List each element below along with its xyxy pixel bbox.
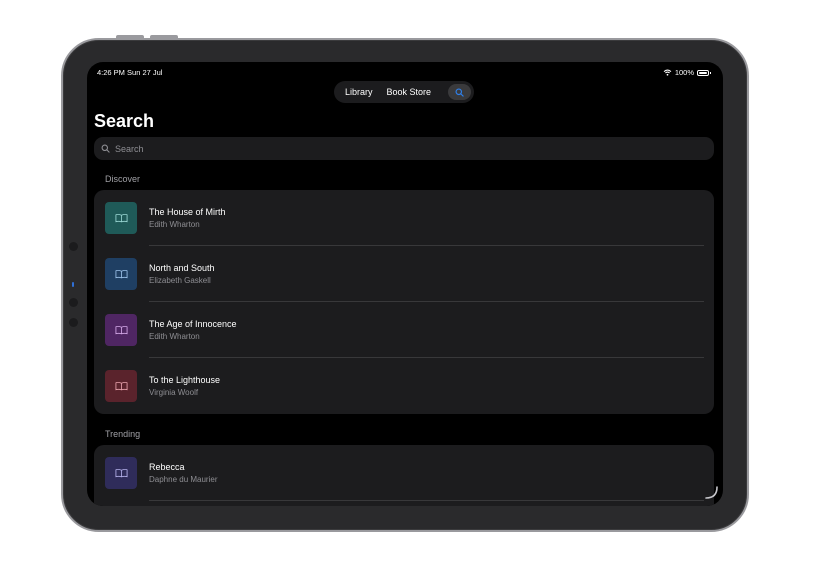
book-cover	[105, 258, 137, 290]
book-cover	[105, 314, 137, 346]
wifi-icon	[663, 69, 672, 76]
section-label-discover: Discover	[105, 174, 141, 184]
battery-icon	[697, 69, 711, 76]
camera-dot	[69, 318, 78, 327]
divider	[149, 500, 704, 501]
camera-dot	[69, 242, 78, 251]
search-input[interactable]	[115, 143, 675, 154]
battery-percent: 100%	[674, 68, 694, 77]
book-author: Edith Wharton	[149, 332, 200, 341]
list-item[interactable]: The House of Mirth Edith Wharton	[94, 190, 714, 246]
tab-library[interactable]: Library	[345, 87, 373, 97]
book-icon	[115, 381, 127, 391]
book-author: Edith Wharton	[149, 220, 200, 229]
book-icon	[115, 468, 127, 478]
page-title: Search	[94, 111, 155, 131]
status-right: 100%	[663, 68, 711, 77]
pencil-charger-mark	[72, 282, 74, 287]
search-icon	[101, 144, 110, 153]
book-title: Rebecca	[149, 462, 185, 472]
status-time: 4:26 PM Sun 27 Jul	[97, 68, 163, 77]
tab-search[interactable]	[448, 84, 471, 100]
tab-book-store[interactable]: Book Store	[387, 87, 432, 97]
book-icon	[115, 269, 127, 279]
section-label-trending: Trending	[105, 429, 141, 439]
window-resize-handle-icon[interactable]	[705, 486, 719, 500]
list-item[interactable]: The Age of Innocence Edith Wharton	[94, 302, 714, 358]
book-author: Daphne du Maurier	[149, 475, 218, 484]
book-author: Elizabeth Gaskell	[149, 276, 211, 285]
book-cover	[105, 457, 137, 489]
search-bar[interactable]	[94, 137, 714, 160]
screen: 4:26 PM Sun 27 Jul 100% Library Book Sto…	[87, 62, 723, 506]
book-icon	[115, 213, 127, 223]
tab-bar: Library Book Store	[334, 81, 474, 103]
book-title: The House of Mirth	[149, 207, 226, 217]
search-icon	[455, 87, 464, 97]
discover-list: The House of Mirth Edith Wharton North a…	[94, 190, 714, 414]
camera-dot	[69, 298, 78, 307]
book-title: To the Lighthouse	[149, 375, 221, 385]
book-author: Virginia Woolf	[149, 388, 199, 397]
list-item[interactable]: To the Lighthouse Virginia Woolf	[94, 358, 714, 414]
book-cover	[105, 202, 137, 234]
status-bar: 4:26 PM Sun 27 Jul 100%	[87, 62, 723, 80]
book-cover	[105, 370, 137, 402]
book-icon	[115, 325, 127, 335]
list-item[interactable]: Rebecca Daphne du Maurier	[94, 445, 714, 501]
list-item[interactable]: North and South Elizabeth Gaskell	[94, 246, 714, 302]
trending-list: Rebecca Daphne du Maurier	[94, 445, 714, 506]
book-title: North and South	[149, 263, 215, 273]
book-title: The Age of Innocence	[149, 319, 237, 329]
